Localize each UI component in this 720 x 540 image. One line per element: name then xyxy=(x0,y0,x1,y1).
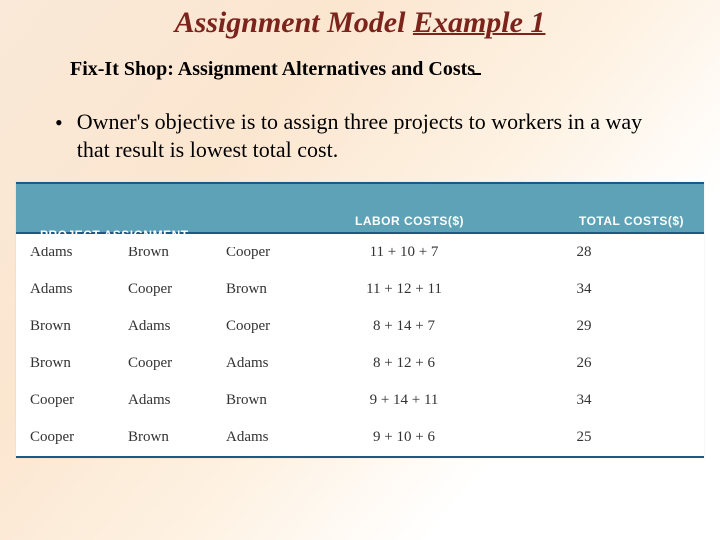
cell-project-3: Adams xyxy=(220,419,320,456)
cell-project-3: Adams xyxy=(220,345,320,382)
cell-project-1: Brown xyxy=(16,308,122,345)
header-group-label: PROJECT ASSIGNMENT xyxy=(40,228,189,242)
cell-labor-cost: 9 + 10 + 6 xyxy=(320,419,488,456)
cell-total-cost: 25 xyxy=(488,419,704,456)
subtitle-text: Fix-It Shop: Assignment Alternatives and… xyxy=(70,58,475,80)
table-header: PROJECT ASSIGNMENT 1 2 3 LABOR COSTS($) … xyxy=(16,182,704,234)
cell-project-3: Cooper xyxy=(220,308,320,345)
slide-subtitle: Fix-It Shop: Assignment Alternatives and… xyxy=(70,58,481,81)
cell-total-cost: 26 xyxy=(488,345,704,382)
cell-labor-cost: 8 + 14 + 7 xyxy=(320,308,488,345)
bullet-text: Owner's objective is to assign three pro… xyxy=(77,108,680,163)
table-frame: PROJECT ASSIGNMENT 1 2 3 LABOR COSTS($) … xyxy=(16,182,704,458)
cell-project-3: Brown xyxy=(220,271,320,308)
bullet-list: • Owner's objective is to assign three p… xyxy=(55,108,680,163)
header-divider-line xyxy=(24,246,279,247)
cell-project-1: Brown xyxy=(16,345,122,382)
cell-labor-cost: 11 + 12 + 11 xyxy=(320,271,488,308)
title-prefix: Assignment Model xyxy=(175,6,413,39)
table-row: CooperAdamsBrown9 + 14 + 1134 xyxy=(16,382,704,419)
assignment-table: PROJECT ASSIGNMENT 1 2 3 LABOR COSTS($) … xyxy=(16,182,704,458)
header-col-3: 3 xyxy=(196,250,282,264)
cell-project-2: Cooper xyxy=(122,345,220,382)
header-col-1: 1 xyxy=(24,250,110,264)
cell-total-cost: 34 xyxy=(488,382,704,419)
cell-project-3: Brown xyxy=(220,382,320,419)
bullet-dot-icon: • xyxy=(55,109,63,137)
cell-labor-cost: 8 + 12 + 6 xyxy=(320,345,488,382)
title-underlined: Example 1 xyxy=(413,6,546,39)
header-col-2: 2 xyxy=(110,250,196,264)
cell-total-cost: 29 xyxy=(488,308,704,345)
cell-project-1: Cooper xyxy=(16,382,122,419)
bullet-item: • Owner's objective is to assign three p… xyxy=(55,108,680,163)
cell-project-2: Cooper xyxy=(122,271,220,308)
cell-labor-cost: 11 + 10 + 7 xyxy=(320,234,488,271)
header-labor-costs: LABOR COSTS($) xyxy=(284,214,504,228)
cell-total-cost: 28 xyxy=(488,234,704,271)
table-bottom-rule xyxy=(16,456,704,458)
slide: Assignment Model Example 1 Fix-It Shop: … xyxy=(0,0,720,540)
cell-labor-cost: 9 + 14 + 11 xyxy=(320,382,488,419)
cell-project-1: Cooper xyxy=(16,419,122,456)
header-total-costs: TOTAL COSTS($) xyxy=(504,214,696,228)
table-row: AdamsCooperBrown11 + 12 + 1134 xyxy=(16,271,704,308)
cell-project-2: Adams xyxy=(122,382,220,419)
table-body: AdamsBrownCooper11 + 10 + 728AdamsCooper… xyxy=(16,234,704,456)
table-row: BrownCooperAdams8 + 12 + 626 xyxy=(16,345,704,382)
cell-project-2: Brown xyxy=(122,419,220,456)
table-row: CooperBrownAdams9 + 10 + 625 xyxy=(16,419,704,456)
table-row: BrownAdamsCooper8 + 14 + 729 xyxy=(16,308,704,345)
cell-project-2: Adams xyxy=(122,308,220,345)
cell-total-cost: 34 xyxy=(488,271,704,308)
text-cursor-icon xyxy=(473,73,481,75)
slide-title: Assignment Model Example 1 xyxy=(0,6,720,40)
cell-project-1: Adams xyxy=(16,271,122,308)
